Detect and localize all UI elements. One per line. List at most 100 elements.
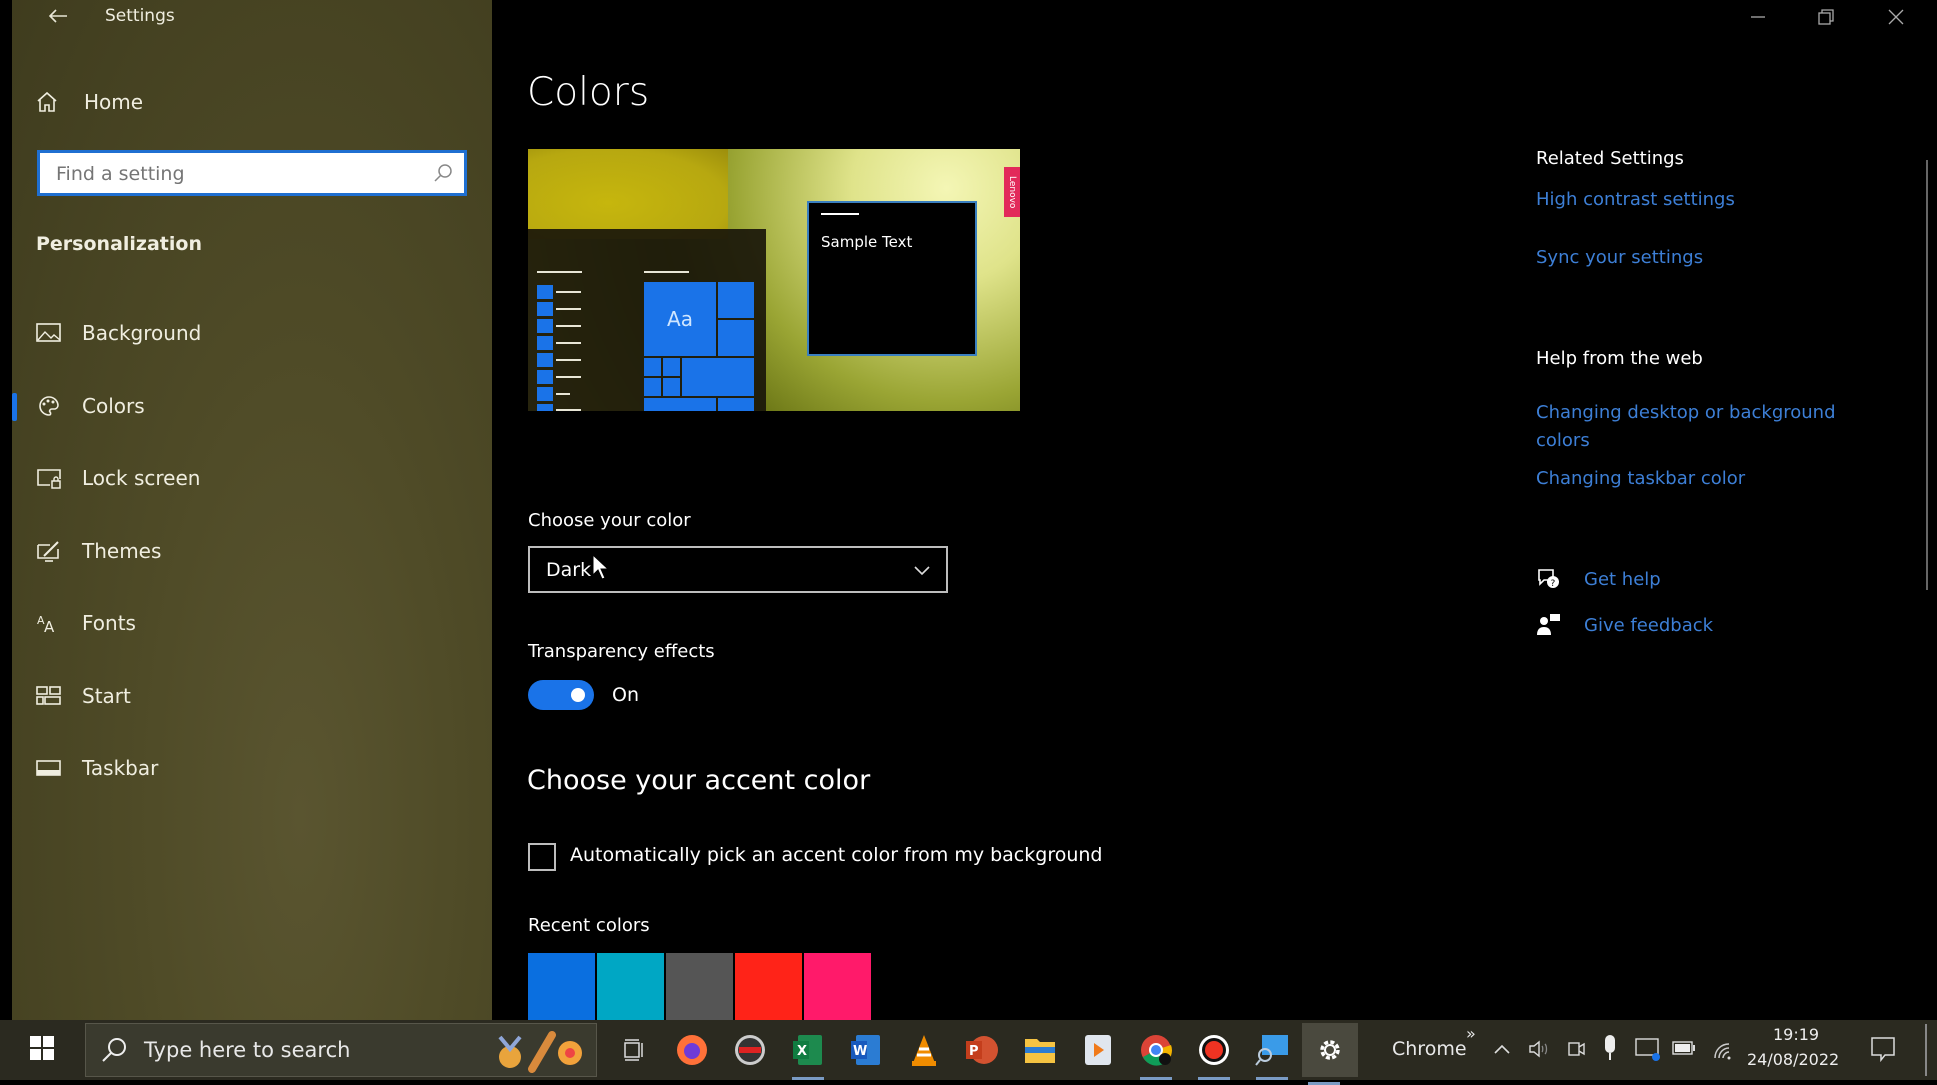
wifi-icon[interactable] xyxy=(1711,1038,1733,1060)
home-icon xyxy=(37,91,57,112)
taskbar-app-record[interactable] xyxy=(1192,1028,1236,1080)
help-from-web-heading: Help from the web xyxy=(1536,348,1703,369)
auto-pick-accent-checkbox[interactable] xyxy=(528,843,556,871)
preview-list-item xyxy=(537,285,553,299)
back-button[interactable] xyxy=(36,2,80,34)
recent-colors-label: Recent colors xyxy=(528,915,650,936)
search-highlight-doodle-icon xyxy=(498,1031,582,1073)
taskbar-toolbar-label[interactable]: Chrome xyxy=(1392,1038,1467,1060)
taskbar-app-task-view[interactable] xyxy=(612,1028,656,1072)
taskbar-app-file-explorer[interactable] xyxy=(1018,1028,1062,1072)
media-player-icon xyxy=(1085,1035,1111,1065)
sidebar-item-background[interactable]: Background xyxy=(12,308,492,358)
taskbar-app-recorder[interactable] xyxy=(728,1028,772,1072)
transparency-toggle[interactable] xyxy=(528,680,594,710)
give-feedback-link[interactable]: Give feedback xyxy=(1536,613,1713,637)
changing-taskbar-color-link[interactable]: Changing taskbar color xyxy=(1536,468,1745,489)
get-help-label[interactable]: Get help xyxy=(1584,569,1661,590)
find-setting-search[interactable] xyxy=(37,150,467,196)
get-help-link[interactable]: ? Get help xyxy=(1536,567,1661,591)
start-button[interactable] xyxy=(30,1036,54,1064)
sidebar-item-themes[interactable]: Themes xyxy=(12,526,492,576)
scrollbar[interactable] xyxy=(1926,160,1928,590)
choose-color-label: Choose your color xyxy=(528,510,691,531)
taskbar-app-excel[interactable]: X xyxy=(786,1028,830,1080)
taskbar-app-remote-desktop[interactable] xyxy=(1250,1028,1294,1080)
taskbar-search-box[interactable]: Type here to search xyxy=(85,1023,597,1077)
preview-tile xyxy=(663,378,680,396)
taskbar-search-placeholder: Type here to search xyxy=(144,1038,351,1062)
sidebar-home[interactable]: Home xyxy=(36,86,336,118)
sync-settings-link[interactable]: Sync your settings xyxy=(1536,247,1703,268)
display-sync-icon[interactable] xyxy=(1635,1036,1661,1062)
taskbar-app-settings[interactable] xyxy=(1302,1023,1358,1085)
sample-window-titlebar xyxy=(821,213,859,215)
preview-list-item xyxy=(537,387,553,401)
notifications-icon[interactable] xyxy=(1870,1036,1896,1062)
volume-icon[interactable] xyxy=(1527,1038,1549,1060)
microphone-icon[interactable] xyxy=(1603,1034,1617,1062)
choose-color-dropdown[interactable]: Dark xyxy=(528,546,948,593)
taskbar-app-firefox[interactable] xyxy=(670,1028,714,1072)
clock-time[interactable]: 19:19 xyxy=(1773,1025,1819,1044)
show-desktop-button[interactable] xyxy=(1925,1024,1927,1076)
taskbar-app-chrome[interactable] xyxy=(1134,1028,1178,1080)
preview-start-menu: Aa xyxy=(528,229,766,411)
recent-color-swatch[interactable] xyxy=(804,953,871,1020)
taskbar-app-vlc[interactable] xyxy=(902,1028,946,1072)
minimize-button[interactable] xyxy=(1724,0,1792,34)
give-feedback-label[interactable]: Give feedback xyxy=(1584,615,1713,636)
clock-date[interactable]: 24/08/2022 xyxy=(1747,1050,1839,1069)
preview-tile xyxy=(718,320,754,356)
taskbar: Type here to search X W P Chrome » 19:19 2… xyxy=(0,1020,1937,1085)
preview-tile xyxy=(644,398,716,411)
sidebar-item-fonts[interactable]: AA Fonts xyxy=(12,598,492,648)
recent-color-swatch[interactable] xyxy=(597,953,664,1020)
sidebar-item-taskbar[interactable]: Taskbar xyxy=(12,743,492,793)
high-contrast-link[interactable]: High contrast settings xyxy=(1536,189,1735,210)
sidebar-item-lock-screen[interactable]: Lock screen xyxy=(12,453,492,503)
screen-edge xyxy=(0,0,12,1020)
chevron-up-icon[interactable] xyxy=(1493,1042,1511,1056)
svg-text:?: ? xyxy=(1551,579,1556,589)
camera-icon[interactable] xyxy=(1566,1038,1586,1060)
recent-color-swatch[interactable] xyxy=(666,953,733,1020)
accent-color-heading: Choose your accent color xyxy=(527,765,871,796)
restore-icon xyxy=(1818,9,1834,25)
taskbar-app-word[interactable]: W xyxy=(844,1028,888,1072)
taskbar-app-media-player[interactable] xyxy=(1076,1028,1120,1072)
preview-tile xyxy=(718,398,754,411)
chrome-icon xyxy=(1141,1035,1172,1066)
sidebar-item-label: Themes xyxy=(82,539,162,563)
preview-list-item xyxy=(537,319,553,333)
sidebar-item-start[interactable]: Start xyxy=(12,671,492,721)
lenovo-tag: Lenovo xyxy=(1004,167,1020,217)
sidebar-item-colors[interactable]: Colors xyxy=(12,381,492,431)
recent-color-swatch[interactable] xyxy=(735,953,802,1020)
preview-tile-large: Aa xyxy=(644,282,716,356)
windows-logo-icon xyxy=(30,1036,54,1060)
svg-text:W: W xyxy=(853,1044,867,1059)
chevron-down-icon xyxy=(914,566,930,576)
feedback-icon xyxy=(1537,614,1560,635)
toolbar-expand-button[interactable]: » xyxy=(1466,1024,1476,1043)
recent-color-swatch[interactable] xyxy=(528,953,595,1020)
changing-background-colors-link[interactable]: Changing desktop or background colors xyxy=(1536,399,1866,455)
preview-tile xyxy=(682,358,754,396)
restore-button[interactable] xyxy=(1792,0,1860,34)
preview-list-item xyxy=(537,404,553,411)
auto-pick-accent-label[interactable]: Automatically pick an accent color from … xyxy=(570,844,1102,866)
theme-preview: Aa Sample Text Lenovo xyxy=(528,149,1020,411)
picture-icon xyxy=(36,323,61,342)
taskbar-app-powerpoint[interactable]: P xyxy=(960,1028,1004,1072)
excel-icon: X xyxy=(793,1035,822,1065)
search-icon[interactable] xyxy=(432,162,454,184)
preview-list-header xyxy=(537,271,582,273)
preview-list-item xyxy=(537,370,553,384)
preview-list-item xyxy=(537,302,553,316)
battery-icon[interactable] xyxy=(1672,1041,1696,1055)
close-button[interactable] xyxy=(1862,0,1930,34)
find-setting-input[interactable] xyxy=(54,162,418,186)
remote-desktop-icon xyxy=(1255,1035,1288,1066)
transparency-label: Transparency effects xyxy=(528,641,715,662)
